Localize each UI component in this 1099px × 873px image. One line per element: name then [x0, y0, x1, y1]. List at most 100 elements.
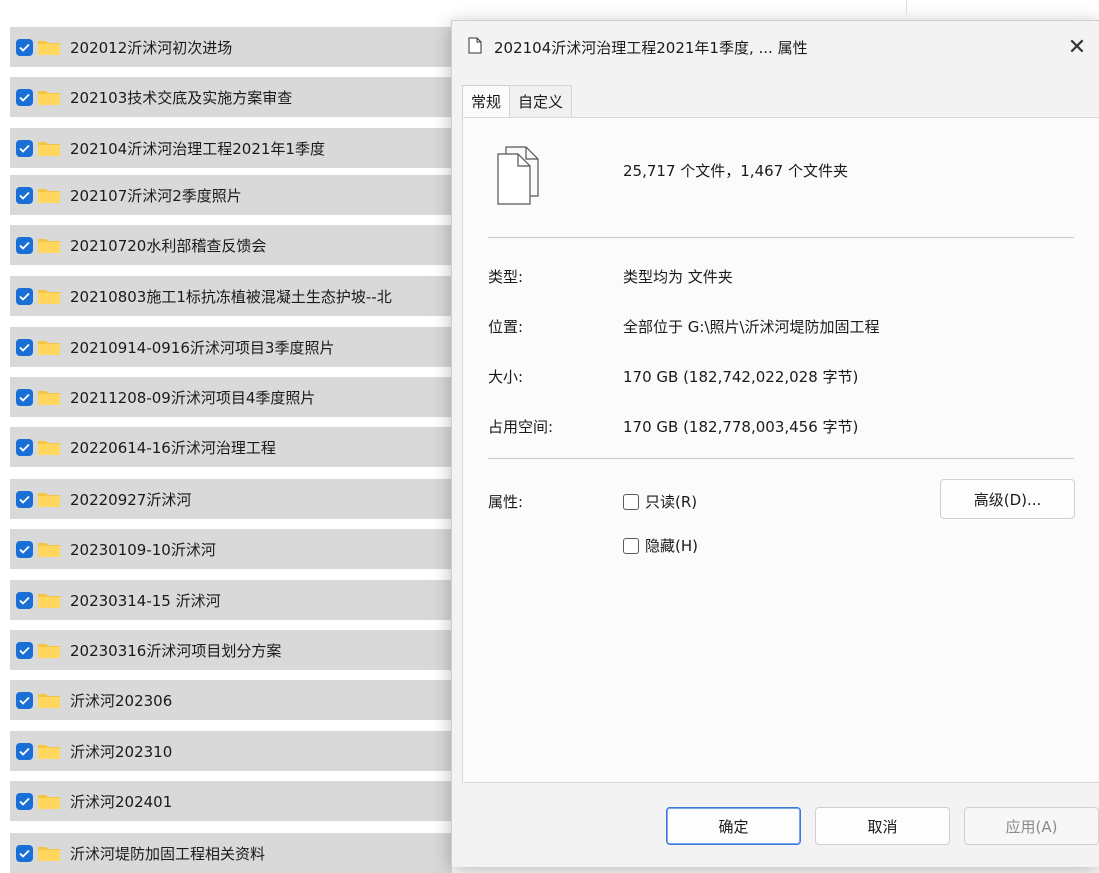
folder-icon — [38, 239, 60, 253]
document-icon — [468, 37, 482, 54]
folder-row[interactable]: 20230314-15 沂沭河 — [10, 580, 452, 620]
checkbox-empty-icon[interactable] — [623, 493, 639, 510]
folder-icon — [38, 341, 60, 355]
folder-icon — [38, 41, 60, 55]
location-value: 全部位于 G:\照片\沂沭河堤防加固工程 — [623, 318, 880, 336]
readonly-checkbox[interactable]: 只读(R) — [623, 491, 697, 512]
folder-row[interactable]: 沂沭河202310 — [10, 731, 452, 771]
divider — [488, 237, 1074, 238]
folder-icon — [38, 493, 60, 507]
folder-name: 20220927沂沭河 — [70, 490, 192, 509]
tab-custom[interactable]: 自定义 — [509, 85, 573, 118]
disk-size-value: 170 GB (182,778,003,456 字节) — [623, 418, 859, 436]
readonly-label: 只读(R) — [645, 493, 698, 511]
tab-general[interactable]: 常规 — [462, 85, 511, 120]
checkbox-checked-icon[interactable] — [16, 287, 33, 305]
attributes-label: 属性: — [488, 493, 524, 511]
folder-icon — [38, 694, 60, 708]
folder-row[interactable]: 202104沂沭河治理工程2021年1季度 — [10, 128, 452, 168]
hidden-label: 隐藏(H) — [645, 537, 698, 555]
advanced-button[interactable]: 高级(D)... — [940, 479, 1075, 519]
folder-icon — [38, 391, 60, 405]
folder-row[interactable]: 202107沂沭河2季度照片 — [10, 175, 452, 215]
checkbox-checked-icon[interactable] — [16, 139, 33, 157]
apply-button[interactable]: 应用(A) — [964, 807, 1099, 845]
size-label: 大小: — [488, 368, 524, 386]
folder-icon — [38, 644, 60, 658]
folder-row[interactable]: 20220614-16沂沭河治理工程 — [10, 427, 452, 467]
folder-row[interactable]: 沂沭河202401 — [10, 781, 452, 821]
checkbox-checked-icon[interactable] — [16, 438, 33, 456]
folder-name: 沂沭河202401 — [70, 792, 173, 811]
size-value: 170 GB (182,742,022,028 字节) — [623, 368, 859, 386]
folder-name: 202104沂沭河治理工程2021年1季度 — [70, 139, 325, 158]
selection-summary: 25,717 个文件，1,467 个文件夹 — [623, 162, 848, 180]
folder-row[interactable]: 202012沂沭河初次进场 — [10, 27, 452, 67]
folder-row[interactable]: 20210803施工1标抗冻植被混凝土生态护坡--北 — [10, 276, 452, 316]
background-divider — [906, 0, 907, 14]
checkbox-checked-icon[interactable] — [16, 388, 33, 406]
folder-row[interactable]: 20211208-09沂沭河项目4季度照片 — [10, 377, 452, 417]
checkbox-checked-icon[interactable] — [16, 490, 33, 508]
location-label: 位置: — [488, 318, 524, 336]
checkbox-checked-icon[interactable] — [16, 88, 33, 106]
folder-icon — [38, 189, 60, 203]
folder-name: 20220614-16沂沭河治理工程 — [70, 438, 276, 457]
checkbox-checked-icon[interactable] — [16, 844, 33, 862]
folder-row[interactable]: 沂沭河202306 — [10, 680, 452, 720]
folder-icon — [38, 543, 60, 557]
multiple-documents-icon — [497, 146, 539, 205]
checkbox-checked-icon[interactable] — [16, 540, 33, 558]
type-value: 类型均为 文件夹 — [623, 268, 733, 286]
folder-list: 202012沂沭河初次进场 202103技术交底及实施方案审查 202104沂沭… — [0, 0, 460, 873]
folder-name: 20210720水利部稽查反馈会 — [70, 236, 267, 255]
cancel-button[interactable]: 取消 — [815, 807, 950, 845]
folder-name: 沂沭河202306 — [70, 691, 173, 710]
folder-icon — [38, 290, 60, 304]
checkbox-checked-icon[interactable] — [16, 236, 33, 254]
checkbox-checked-icon[interactable] — [16, 591, 33, 609]
folder-row[interactable]: 20220927沂沭河 — [10, 479, 452, 519]
checkbox-empty-icon[interactable] — [623, 537, 639, 554]
checkbox-checked-icon[interactable] — [16, 691, 33, 709]
folder-row[interactable]: 20210914-0916沂沭河项目3季度照片 — [10, 327, 452, 367]
checkbox-checked-icon[interactable] — [16, 38, 33, 56]
checkbox-checked-icon[interactable] — [16, 186, 33, 204]
folder-icon — [38, 594, 60, 608]
folder-row[interactable]: 20230316沂沭河项目划分方案 — [10, 630, 452, 670]
checkbox-checked-icon[interactable] — [16, 742, 33, 760]
checkbox-checked-icon[interactable] — [16, 792, 33, 810]
folder-icon — [38, 441, 60, 455]
folder-row[interactable]: 202103技术交底及实施方案审查 — [10, 77, 452, 117]
folder-row[interactable]: 沂沭河堤防加固工程相关资料 — [10, 833, 452, 873]
disk-size-label: 占用空间: — [488, 418, 554, 436]
folder-name: 20230316沂沭河项目划分方案 — [70, 641, 282, 660]
folder-icon — [38, 142, 60, 156]
folder-name: 20210914-0916沂沭河项目3季度照片 — [70, 338, 335, 357]
general-panel: 25,717 个文件，1,467 个文件夹 类型: 类型均为 文件夹 位置: 全… — [462, 117, 1099, 783]
dialog-title: 202104沂沭河治理工程2021年1季度, ... 属性 — [494, 39, 808, 57]
properties-dialog: 202104沂沭河治理工程2021年1季度, ... 属性 ✕ 常规 自定义 2… — [451, 20, 1099, 867]
type-label: 类型: — [488, 268, 524, 286]
folder-name: 202103技术交底及实施方案审查 — [70, 88, 293, 107]
folder-name: 沂沭河堤防加固工程相关资料 — [70, 844, 266, 863]
folder-name: 202012沂沭河初次进场 — [70, 38, 233, 57]
dialog-titlebar[interactable]: 202104沂沭河治理工程2021年1季度, ... 属性 ✕ — [452, 21, 1099, 69]
folder-name: 202107沂沭河2季度照片 — [70, 186, 242, 205]
folder-row[interactable]: 20210720水利部稽查反馈会 — [10, 225, 452, 265]
close-button[interactable]: ✕ — [1054, 27, 1099, 67]
folder-row[interactable]: 20230109-10沂沭河 — [10, 529, 452, 569]
folder-icon — [38, 847, 60, 861]
checkbox-checked-icon[interactable] — [16, 641, 33, 659]
folder-icon — [38, 795, 60, 809]
folder-icon — [38, 745, 60, 759]
hidden-checkbox[interactable]: 隐藏(H) — [623, 535, 698, 556]
folder-name: 20211208-09沂沭河项目4季度照片 — [70, 388, 316, 407]
checkbox-checked-icon[interactable] — [16, 338, 33, 356]
folder-name: 20230314-15 沂沭河 — [70, 591, 221, 610]
divider — [488, 458, 1074, 459]
folder-name: 20230109-10沂沭河 — [70, 540, 216, 559]
ok-button[interactable]: 确定 — [666, 807, 801, 845]
folder-icon — [38, 91, 60, 105]
folder-name: 沂沭河202310 — [70, 742, 173, 761]
